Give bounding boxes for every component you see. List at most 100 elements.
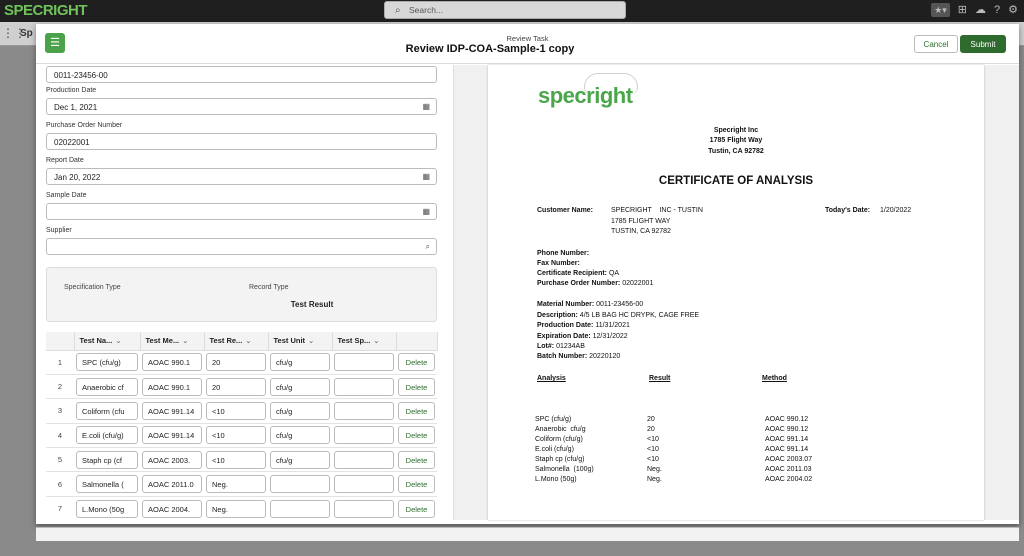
app-logo[interactable]: SPECRIGHT — [4, 2, 88, 19]
column-header-test-name[interactable]: Test Na... ⌄ — [74, 332, 141, 351]
test-name-input[interactable]: Staph cp (cf — [76, 450, 138, 469]
column-header-test-method[interactable]: Test Me... ⌄ — [140, 332, 205, 351]
po-number-label: Purchase Order Number — [46, 122, 123, 129]
table-row: 2 Anaerobic cf AOAC 990.1 20 cfu/g Delete — [46, 374, 437, 400]
test-spec-input[interactable] — [334, 475, 394, 494]
test-method-input[interactable]: AOAC 2003. — [142, 450, 202, 469]
test-unit-input[interactable]: cfu/g — [270, 450, 330, 469]
column-header-test-spec[interactable]: Test Sp... ⌄ — [332, 332, 397, 351]
report-date-field[interactable]: Jan 20, 2022 ▦ — [46, 168, 437, 185]
header-actions: ★▾ ⊞ ☁ ? ⚙ — [931, 3, 1018, 17]
test-result-input[interactable]: 20 — [206, 353, 266, 372]
calendar-icon[interactable]: ▦ — [422, 172, 430, 181]
test-result-input[interactable]: <10 — [206, 450, 266, 469]
result-result: 20 — [647, 416, 655, 423]
test-result-input[interactable]: <10 — [206, 426, 266, 445]
test-unit-input[interactable]: cfu/g — [270, 426, 330, 445]
todays-date-label: Today's Date: — [825, 207, 871, 214]
test-result-input[interactable]: <10 — [206, 401, 266, 420]
test-spec-input[interactable] — [334, 450, 394, 469]
column-header-test-result[interactable]: Test Re... ⌄ — [204, 332, 269, 351]
modal-subtitle: Review Task — [506, 34, 549, 43]
delete-row-button[interactable]: Delete — [398, 450, 435, 469]
test-spec-input[interactable] — [334, 377, 394, 396]
result-result: 20 — [647, 426, 655, 433]
result-analysis: SPC (cfu/g) — [535, 416, 572, 423]
row-number: 6 — [46, 471, 74, 497]
test-unit-input[interactable] — [270, 475, 330, 494]
row-number: 7 — [46, 496, 74, 520]
results-col-result: Result — [649, 375, 671, 382]
document-viewer[interactable]: specright Specright Inc 1785 Flight Way … — [453, 65, 1019, 520]
delete-row-button[interactable]: Delete — [398, 353, 435, 372]
test-method-input[interactable]: AOAC 991.14 — [142, 426, 202, 445]
submit-button[interactable]: Submit — [960, 35, 1006, 53]
result-analysis: E.coli (cfu/g) — [535, 446, 574, 453]
test-unit-input[interactable]: cfu/g — [270, 377, 330, 396]
calendar-icon[interactable]: ▦ — [422, 207, 430, 216]
chevron-down-icon: ⌄ — [182, 336, 189, 346]
favorites-star-icon[interactable]: ★▾ — [931, 3, 950, 17]
table-row: 4 E.coli (cfu/g) AOAC 991.14 <10 cfu/g Delete — [46, 423, 437, 449]
setup-gear-icon[interactable]: ⚙ — [1008, 3, 1018, 17]
result-method: AOAC 2003.07 — [765, 456, 813, 463]
calendar-icon[interactable]: ▦ — [422, 102, 430, 111]
delete-row-button[interactable]: Delete — [398, 401, 435, 420]
test-spec-input[interactable] — [334, 426, 394, 445]
column-header-test-unit[interactable]: Test Unit ⌄ — [268, 332, 333, 351]
global-search-input[interactable]: ⌕ Search... — [384, 1, 626, 19]
test-method-input[interactable]: AOAC 2004. — [142, 499, 202, 518]
test-method-input[interactable]: AOAC 991.14 — [142, 401, 202, 420]
result-analysis: Coliform (cfu/g) — [535, 436, 583, 443]
test-name-input[interactable]: Coliform (cfu — [76, 401, 138, 420]
recipient-line: Certificate Recipient: QA — [537, 270, 620, 277]
app-name[interactable]: Sp — [20, 28, 33, 39]
review-form: 0011-23456-00 Production Date Dec 1, 202… — [36, 65, 446, 520]
test-name-input[interactable]: SPC (cfu/g) — [76, 353, 138, 372]
test-unit-input[interactable]: cfu/g — [270, 401, 330, 420]
supplier-lookup[interactable]: ⌕ — [46, 238, 437, 255]
production-date-label: Production Date — [46, 87, 97, 94]
po-number-field[interactable]: 02022001 — [46, 133, 437, 150]
test-result-input[interactable]: Neg. — [206, 499, 266, 518]
production-date-field[interactable]: Dec 1, 2021 ▦ — [46, 98, 437, 115]
test-method-input[interactable]: AOAC 2011.0 — [142, 475, 202, 494]
doc-lot-line: Lot#: 01234AB — [537, 343, 585, 350]
test-result-input[interactable]: Neg. — [206, 475, 266, 494]
delete-row-button[interactable]: Delete — [398, 499, 435, 518]
add-icon[interactable]: ⊞ — [958, 3, 967, 17]
customer-address-line2: TUSTIN, CA 92782 — [611, 228, 671, 235]
test-result-input[interactable]: 20 — [206, 377, 266, 396]
test-unit-input[interactable]: cfu/g — [270, 353, 330, 372]
delete-row-button[interactable]: Delete — [398, 475, 435, 494]
test-name-input[interactable]: Salmonella ( — [76, 475, 138, 494]
modal-header: ☰ Review Task Review IDP-COA-Sample-1 co… — [36, 24, 1019, 64]
test-spec-input[interactable] — [334, 401, 394, 420]
test-name-input[interactable]: Anaerobic cf — [76, 377, 138, 396]
search-icon: ⌕ — [395, 5, 401, 16]
test-method-input[interactable]: AOAC 990.1 — [142, 353, 202, 372]
test-name-input[interactable]: E.coli (cfu/g) — [76, 426, 138, 445]
doc-po-line: Purchase Order Number: 02022001 — [537, 280, 654, 287]
row-number: 1 — [46, 350, 74, 375]
test-method-input[interactable]: AOAC 990.1 — [142, 377, 202, 396]
test-name-input[interactable]: L.Mono (50g — [76, 499, 138, 518]
help-icon[interactable]: ? — [994, 3, 1000, 17]
chevron-down-icon: ⌄ — [308, 336, 315, 346]
test-unit-input[interactable] — [270, 499, 330, 518]
sample-date-field[interactable]: ▦ — [46, 203, 437, 220]
test-spec-input[interactable] — [334, 353, 394, 372]
result-method: AOAC 991.14 — [765, 446, 809, 453]
row-number: 2 — [46, 374, 74, 400]
delete-row-button[interactable]: Delete — [398, 377, 435, 396]
material-number-field[interactable]: 0011-23456-00 — [46, 66, 437, 83]
delete-row-button[interactable]: Delete — [398, 426, 435, 445]
result-method: AOAC 2011.03 — [765, 466, 812, 473]
cancel-button[interactable]: Cancel — [914, 35, 958, 53]
test-spec-input[interactable] — [334, 499, 394, 518]
result-analysis: L.Mono (50g) — [535, 476, 577, 483]
search-icon[interactable]: ⌕ — [426, 242, 430, 252]
production-date-value: Dec 1, 2021 — [54, 103, 98, 112]
cloud-icon[interactable]: ☁ — [975, 3, 986, 17]
app-header: SPECRIGHT ⌕ Search... ★▾ ⊞ ☁ ? ⚙ — [0, 0, 1024, 22]
